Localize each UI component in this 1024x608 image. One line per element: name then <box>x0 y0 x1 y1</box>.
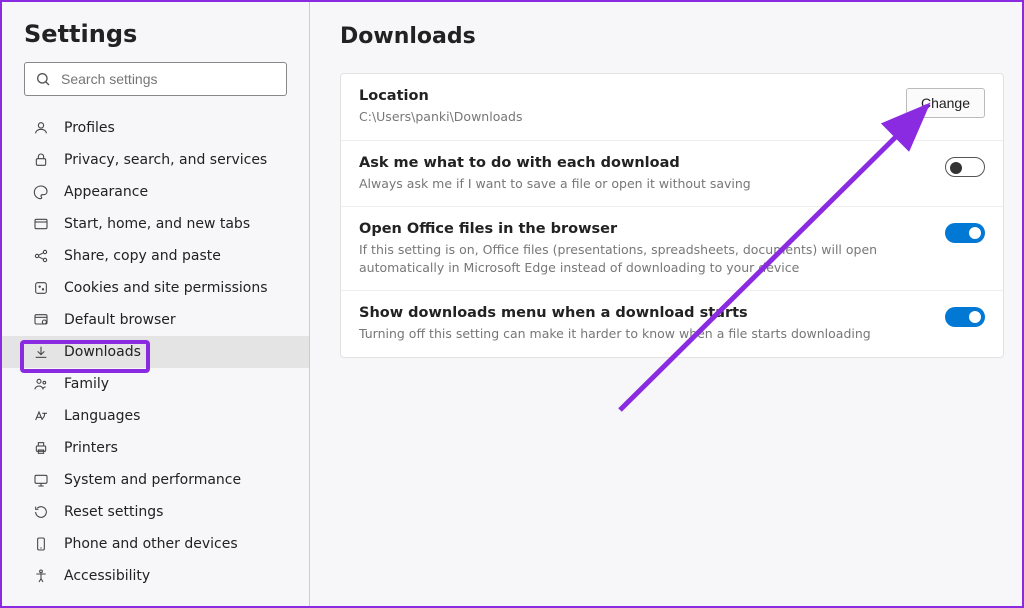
sidebar-item-system[interactable]: System and performance <box>2 464 309 496</box>
sidebar-item-label: Start, home, and new tabs <box>64 216 287 232</box>
system-icon <box>32 471 50 489</box>
sidebar-item-label: System and performance <box>64 472 287 488</box>
sidebar-item-appearance[interactable]: Appearance <box>2 176 309 208</box>
profile-icon <box>32 119 50 137</box>
sidebar-item-profiles[interactable]: Profiles <box>2 112 309 144</box>
open-office-toggle[interactable] <box>945 223 985 243</box>
sidebar-nav: Profiles Privacy, search, and services A… <box>2 108 309 592</box>
sidebar-item-label: Cookies and site permissions <box>64 280 287 296</box>
main-content: Downloads Location C:\Users\panki\Downlo… <box>310 2 1022 606</box>
appearance-icon <box>32 183 50 201</box>
sidebar-item-label: Profiles <box>64 120 287 136</box>
sidebar-item-label: Languages <box>64 408 287 424</box>
location-row: Location C:\Users\panki\Downloads Change <box>341 74 1003 141</box>
ask-download-title: Ask me what to do with each download <box>359 155 933 171</box>
accessibility-icon <box>32 567 50 585</box>
sidebar-item-accessibility[interactable]: Accessibility <box>2 560 309 592</box>
location-title: Location <box>359 88 894 104</box>
phone-icon <box>32 535 50 553</box>
language-icon <box>32 407 50 425</box>
open-office-row: Open Office files in the browser If this… <box>341 207 1003 291</box>
sidebar-item-label: Accessibility <box>64 568 287 584</box>
lock-icon <box>32 151 50 169</box>
sidebar-item-reset[interactable]: Reset settings <box>2 496 309 528</box>
sidebar-item-printers[interactable]: Printers <box>2 432 309 464</box>
tab-icon <box>32 215 50 233</box>
reset-icon <box>32 503 50 521</box>
sidebar-item-default-browser[interactable]: Default browser <box>2 304 309 336</box>
sidebar-title: Settings <box>2 20 309 62</box>
share-icon <box>32 247 50 265</box>
sidebar-item-privacy[interactable]: Privacy, search, and services <box>2 144 309 176</box>
sidebar-item-share[interactable]: Share, copy and paste <box>2 240 309 272</box>
download-icon <box>32 343 50 361</box>
show-menu-title: Show downloads menu when a download star… <box>359 305 933 321</box>
sidebar-item-label: Downloads <box>64 344 287 360</box>
show-menu-desc: Turning off this setting can make it har… <box>359 325 933 343</box>
sidebar-item-label: Privacy, search, and services <box>64 152 287 168</box>
ask-download-desc: Always ask me if I want to save a file o… <box>359 175 933 193</box>
open-office-desc: If this setting is on, Office files (pre… <box>359 241 933 276</box>
sidebar-item-start[interactable]: Start, home, and new tabs <box>2 208 309 240</box>
show-menu-row: Show downloads menu when a download star… <box>341 291 1003 357</box>
location-path: C:\Users\panki\Downloads <box>359 108 894 126</box>
printer-icon <box>32 439 50 457</box>
sidebar-item-label: Appearance <box>64 184 287 200</box>
sidebar-item-label: Phone and other devices <box>64 536 287 552</box>
sidebar-item-family[interactable]: Family <box>2 368 309 400</box>
sidebar-item-label: Reset settings <box>64 504 287 520</box>
search-settings-box[interactable] <box>24 62 287 96</box>
ask-download-row: Ask me what to do with each download Alw… <box>341 141 1003 208</box>
sidebar-item-label: Family <box>64 376 287 392</box>
family-icon <box>32 375 50 393</box>
open-office-title: Open Office files in the browser <box>359 221 933 237</box>
cookie-icon <box>32 279 50 297</box>
sidebar-item-cookies[interactable]: Cookies and site permissions <box>2 272 309 304</box>
browser-icon <box>32 311 50 329</box>
sidebar-item-label: Share, copy and paste <box>64 248 287 264</box>
show-menu-toggle[interactable] <box>945 307 985 327</box>
sidebar-item-languages[interactable]: Languages <box>2 400 309 432</box>
sidebar-item-label: Printers <box>64 440 287 456</box>
change-location-button[interactable]: Change <box>906 88 985 118</box>
settings-sidebar: Settings Profiles Privacy, search, and s… <box>2 2 310 606</box>
search-icon <box>35 71 51 87</box>
ask-download-toggle[interactable] <box>945 157 985 177</box>
page-title: Downloads <box>340 24 1004 49</box>
downloads-settings-card: Location C:\Users\panki\Downloads Change… <box>340 73 1004 358</box>
sidebar-item-label: Default browser <box>64 312 287 328</box>
sidebar-item-phone[interactable]: Phone and other devices <box>2 528 309 560</box>
sidebar-item-downloads[interactable]: Downloads <box>2 336 309 368</box>
search-input[interactable] <box>61 71 276 87</box>
